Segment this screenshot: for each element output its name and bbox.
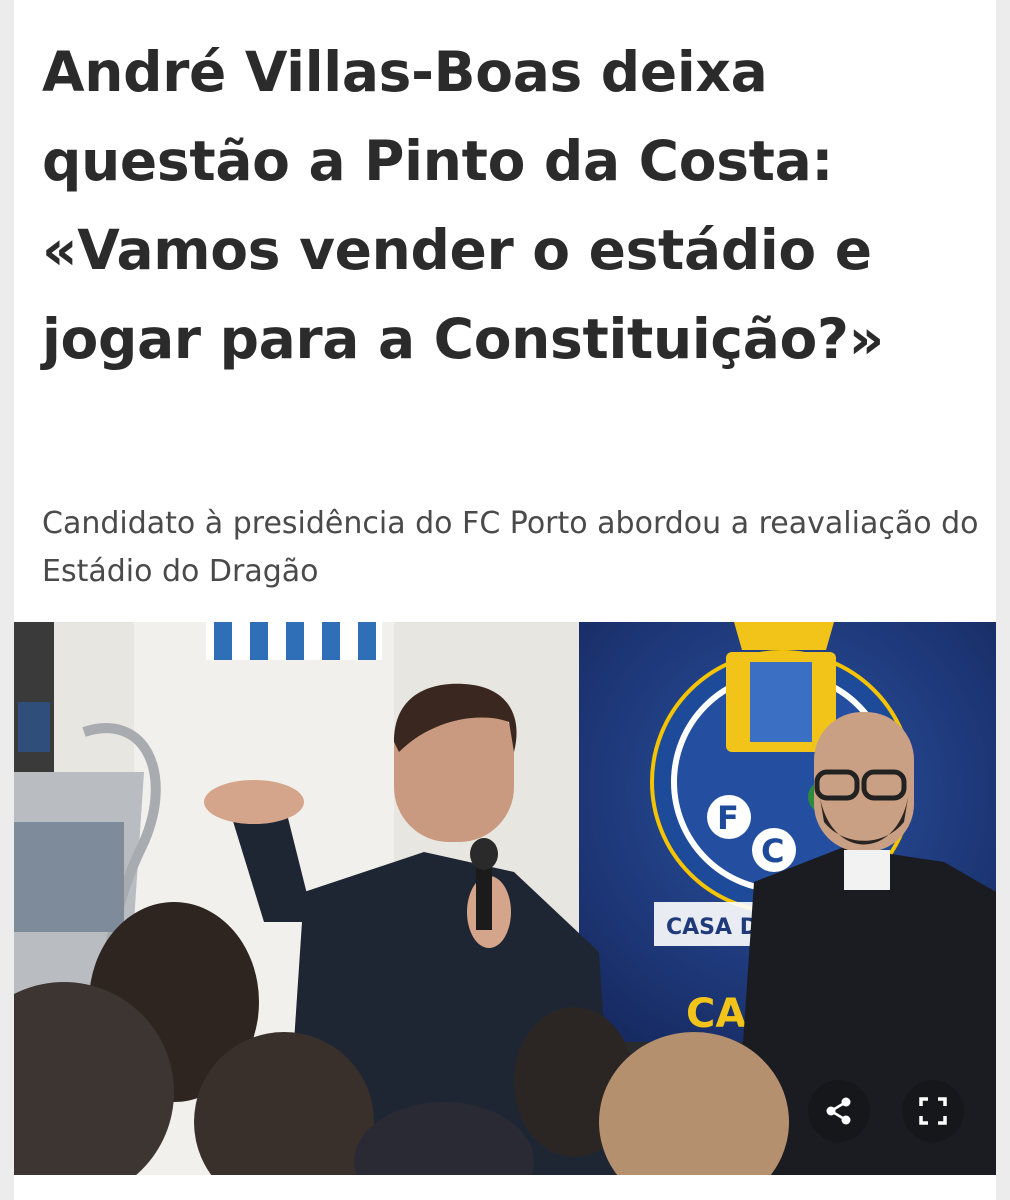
article-card: André Villas-Boas deixa questão a Pinto … xyxy=(14,0,996,1200)
svg-text:F: F xyxy=(717,799,739,837)
fullscreen-button[interactable] xyxy=(902,1080,964,1142)
bottom-spacer xyxy=(14,1175,996,1200)
share-button[interactable] xyxy=(808,1080,870,1142)
article-headline: André Villas-Boas deixa questão a Pinto … xyxy=(42,40,884,371)
article-subtitle: Candidato à presidência do FC Porto abor… xyxy=(42,506,979,589)
share-icon xyxy=(826,1097,851,1125)
striped-flag xyxy=(206,622,382,660)
svg-text:C: C xyxy=(761,832,784,870)
article-photo[interactable]: F C CASA DOS CAS xyxy=(14,622,996,1175)
fullscreen-icon xyxy=(919,1097,947,1125)
